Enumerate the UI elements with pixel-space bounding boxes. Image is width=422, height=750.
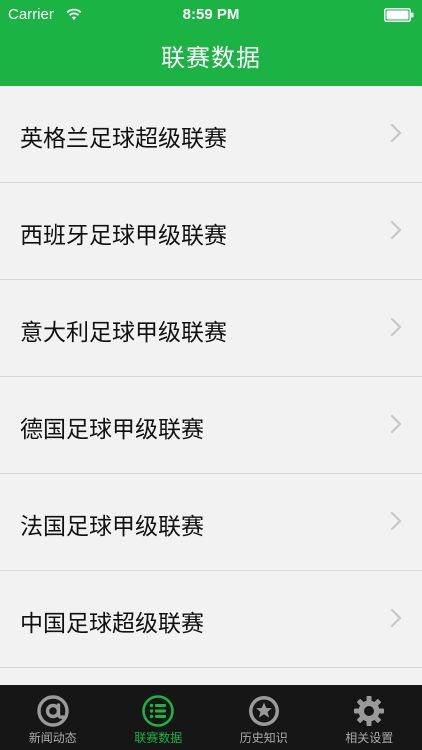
league-row-la-liga[interactable]: 西班牙足球甲级联赛 (0, 183, 422, 280)
chevron-right-icon (390, 608, 402, 628)
chevron-right-icon (390, 317, 402, 337)
chevron-right-icon (390, 414, 402, 434)
league-label: 德国足球甲级联赛 (20, 417, 204, 443)
league-row-ligue-1[interactable]: 法国足球甲级联赛 (0, 474, 422, 571)
tab-news[interactable]: 新闻动态 (0, 685, 106, 750)
header: Carrier 8:59 PM 联赛数据 (0, 0, 422, 86)
tab-league-data[interactable]: 联赛数据 (106, 685, 212, 750)
chevron-right-icon (390, 511, 402, 531)
league-list: 英格兰足球超级联赛 西班牙足球甲级联赛 意大利足球甲级联赛 德国足球甲级联赛 法… (0, 86, 422, 685)
at-icon (37, 695, 69, 727)
league-label: 西班牙足球甲级联赛 (20, 223, 227, 249)
tab-history[interactable]: 历史知识 (211, 685, 317, 750)
status-bar: Carrier 8:59 PM (0, 0, 422, 30)
league-label: 中国足球超级联赛 (20, 611, 204, 637)
tab-settings[interactable]: 相关设置 (317, 685, 422, 750)
list-icon (142, 695, 175, 727)
battery-icon (384, 8, 414, 22)
page-title: 联赛数据 (161, 44, 261, 72)
chevron-right-icon (390, 220, 402, 240)
chevron-right-icon (390, 123, 402, 143)
star-icon (248, 696, 279, 726)
tab-label: 联赛数据 (134, 731, 183, 745)
gear-icon (354, 696, 385, 726)
league-row-bundesliga[interactable]: 德国足球甲级联赛 (0, 377, 422, 474)
league-label: 英格兰足球超级联赛 (20, 126, 227, 152)
tab-label: 历史知识 (239, 731, 288, 745)
league-row-csl[interactable]: 中国足球超级联赛 (0, 571, 422, 668)
tab-label: 新闻动态 (28, 731, 77, 745)
app-screen: Carrier 8:59 PM 联赛数据 英格兰足球超级联赛 西班牙足球甲级联赛 (0, 0, 422, 750)
league-row-serie-a[interactable]: 意大利足球甲级联赛 (0, 280, 422, 377)
tab-label: 相关设置 (345, 731, 394, 745)
tab-bar: 新闻动态 联赛数据 历史知识 相关设置 (0, 685, 422, 750)
league-label: 意大利足球甲级联赛 (20, 320, 227, 346)
league-row-premier-league[interactable]: 英格兰足球超级联赛 (0, 86, 422, 183)
status-time: 8:59 PM (182, 6, 240, 23)
league-label: 法国足球甲级联赛 (20, 514, 204, 540)
